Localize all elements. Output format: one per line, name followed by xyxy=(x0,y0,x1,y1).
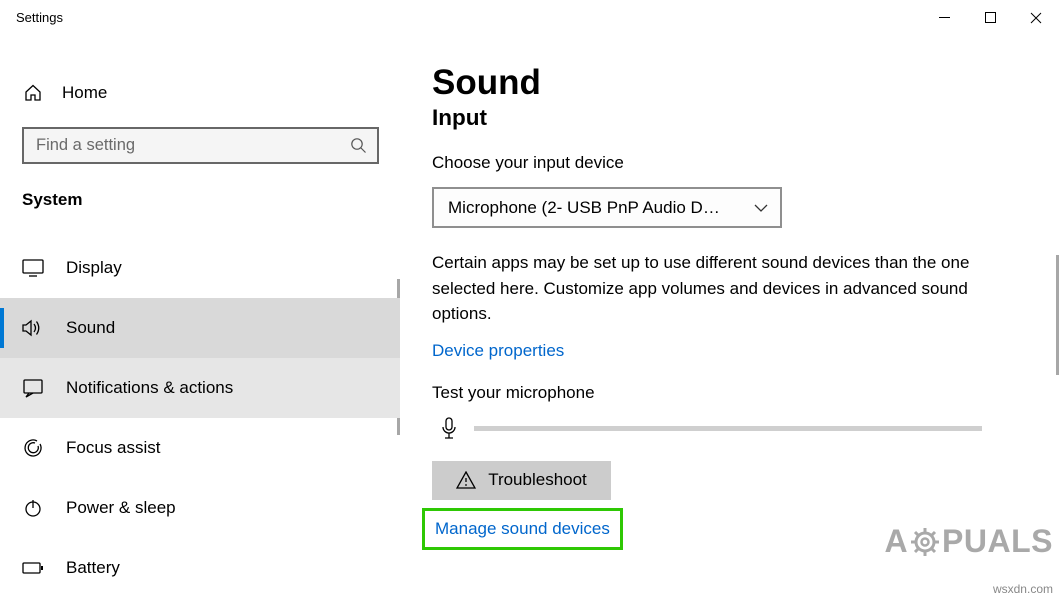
home-button[interactable]: Home xyxy=(0,73,400,113)
sidebar-item-notifications[interactable]: Notifications & actions xyxy=(0,358,400,418)
device-properties-link[interactable]: Device properties xyxy=(432,341,564,361)
content-pane: Sound Input Choose your input device Mic… xyxy=(400,35,1059,598)
sound-icon xyxy=(22,318,44,338)
chevron-down-icon xyxy=(754,204,768,212)
main-layout: Home System Display Soun xyxy=(0,35,1059,598)
choose-input-label: Choose your input device xyxy=(432,153,1027,173)
sidebar-item-sound[interactable]: Sound xyxy=(0,298,400,358)
sidebar-item-label: Display xyxy=(66,258,122,278)
watermark-brand-suffix: PUALS xyxy=(942,523,1053,560)
search-input[interactable] xyxy=(36,136,350,155)
troubleshoot-button[interactable]: Troubleshoot xyxy=(432,461,611,500)
window-title: Settings xyxy=(16,10,63,25)
mic-test-row xyxy=(432,417,1027,441)
gear-icon xyxy=(910,527,940,557)
minimize-icon xyxy=(939,17,950,18)
helper-text: Certain apps may be set up to use differ… xyxy=(432,250,1012,327)
sidebar-item-label: Notifications & actions xyxy=(66,378,233,398)
page-subtitle: Input xyxy=(432,105,1027,131)
home-icon xyxy=(22,83,44,103)
window-controls xyxy=(921,2,1059,34)
search-box[interactable] xyxy=(22,127,379,164)
sidebar-item-battery[interactable]: Battery xyxy=(0,538,400,598)
notifications-icon xyxy=(22,378,44,398)
manage-sound-devices-link[interactable]: Manage sound devices xyxy=(422,508,623,550)
mic-level-bar xyxy=(474,426,982,431)
search-icon xyxy=(350,137,367,154)
watermark: A PUALS xyxy=(884,523,1053,560)
warning-icon xyxy=(456,471,476,489)
sidebar-category: System xyxy=(0,190,400,210)
sidebar-items: Display Sound Notifications & actions Fo… xyxy=(0,238,400,598)
page-title: Sound xyxy=(432,63,1027,103)
minimize-button[interactable] xyxy=(921,2,967,34)
input-device-select[interactable]: Microphone (2- USB PnP Audio D… xyxy=(432,187,782,228)
select-value: Microphone (2- USB PnP Audio D… xyxy=(448,198,720,218)
maximize-icon xyxy=(985,12,996,23)
sidebar: Home System Display Soun xyxy=(0,35,400,598)
sidebar-item-focus-assist[interactable]: Focus assist xyxy=(0,418,400,478)
credit-text: wsxdn.com xyxy=(993,582,1053,596)
power-icon xyxy=(22,498,44,518)
display-icon xyxy=(22,259,44,277)
microphone-icon xyxy=(440,417,458,441)
focus-assist-icon xyxy=(22,438,44,458)
sidebar-item-label: Sound xyxy=(66,318,115,338)
titlebar: Settings xyxy=(0,0,1059,35)
sidebar-item-label: Battery xyxy=(66,558,120,578)
battery-icon xyxy=(22,561,44,575)
sidebar-item-label: Power & sleep xyxy=(66,498,176,518)
sidebar-item-display[interactable]: Display xyxy=(0,238,400,298)
sidebar-item-power[interactable]: Power & sleep xyxy=(0,478,400,538)
troubleshoot-label: Troubleshoot xyxy=(488,470,587,490)
close-button[interactable] xyxy=(1013,2,1059,34)
close-icon xyxy=(1030,12,1042,24)
search-row xyxy=(0,127,400,164)
maximize-button[interactable] xyxy=(967,2,1013,34)
sidebar-item-label: Focus assist xyxy=(66,438,160,458)
home-label: Home xyxy=(62,83,107,103)
watermark-brand-prefix: A xyxy=(884,523,908,560)
test-mic-label: Test your microphone xyxy=(432,383,1027,403)
